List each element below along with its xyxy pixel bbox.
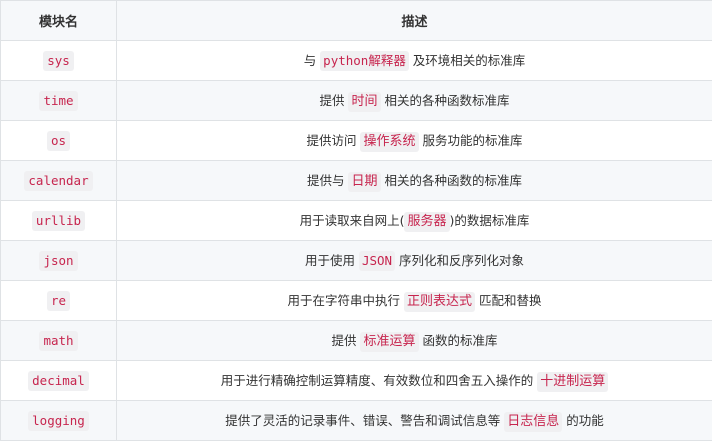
table-row: logging 提供了灵活的记录事件、错误、警告和调试信息等 日志信息 的功能: [0, 400, 712, 441]
description-cell: 用于使用 JSON 序列化和反序列化对象: [116, 240, 712, 281]
desc-highlight: 正则表达式: [403, 291, 475, 312]
desc-post: 服务功能的标准库: [418, 132, 523, 148]
desc-highlight: python解释器: [320, 51, 409, 71]
table-row: os 提供访问 操作系统 服务功能的标准库: [0, 120, 712, 161]
module-cell: decimal: [0, 360, 117, 401]
description-cell: 提供访问 操作系统 服务功能的标准库: [116, 120, 712, 161]
module-name: sys: [43, 50, 74, 71]
table-row: math 提供 标准运算 函数的标准库: [0, 320, 712, 361]
description-cell: 提供与 日期 相关的各种函数的标准库: [116, 160, 712, 201]
desc-highlight: 时间: [348, 91, 381, 112]
module-name: urllib: [31, 210, 86, 231]
module-name: os: [46, 130, 71, 151]
module-name: time: [39, 90, 78, 111]
module-table: 模块名 描述 sys 与 python解释器 及环境相关的标准库 time 提供…: [0, 0, 712, 441]
desc-highlight: JSON: [358, 251, 396, 271]
desc-pre: 用于进行精确控制运算精度、有效数位和四舍五入操作的: [220, 372, 538, 388]
desc-post: 及环境相关的标准库: [408, 53, 526, 68]
module-cell: logging: [0, 400, 117, 441]
description-cell: 提供 标准运算 函数的标准库: [116, 320, 712, 361]
desc-pre: 用于在字符串中执行: [287, 292, 404, 308]
desc-highlight: 十进制运算: [537, 371, 609, 392]
module-name: decimal: [28, 370, 89, 391]
desc-pre: 提供: [331, 332, 361, 348]
desc-highlight: 操作系统: [360, 131, 419, 152]
module-name: json: [39, 250, 78, 271]
desc-highlight: 标准运算: [360, 331, 419, 352]
header-description: 描述: [116, 0, 712, 41]
header-module: 模块名: [0, 0, 117, 41]
desc-highlight: 服务器: [404, 211, 450, 232]
module-cell: json: [0, 240, 117, 281]
desc-pre: 提供了灵活的记录事件、错误、警告和调试信息等: [225, 412, 505, 428]
table-row: sys 与 python解释器 及环境相关的标准库: [0, 40, 712, 81]
description-cell: 与 python解释器 及环境相关的标准库: [116, 40, 712, 81]
table-row: time 提供 时间 相关的各种函数标准库: [0, 80, 712, 121]
table-row: json 用于使用 JSON 序列化和反序列化对象: [0, 240, 712, 281]
module-cell: calendar: [0, 160, 117, 201]
desc-pre: 用于使用: [304, 253, 359, 268]
module-cell: os: [0, 120, 117, 161]
description-cell: 用于进行精确控制运算精度、有效数位和四舍五入操作的 十进制运算: [116, 360, 712, 401]
description-cell: 提供了灵活的记录事件、错误、警告和调试信息等 日志信息 的功能: [116, 400, 712, 441]
desc-post: 的功能: [562, 412, 604, 428]
table-header-row: 模块名 描述: [0, 0, 712, 41]
desc-highlight: 日期: [348, 171, 381, 192]
desc-pre: 提供访问: [306, 132, 361, 148]
description-cell: 提供 时间 相关的各种函数标准库: [116, 80, 712, 121]
module-cell: sys: [0, 40, 117, 81]
table-row: calendar 提供与 日期 相关的各种函数的标准库: [0, 160, 712, 201]
module-name: math: [39, 330, 78, 351]
desc-post: 序列化和反序列化对象: [395, 253, 525, 268]
desc-pre: 与: [303, 53, 321, 68]
description-cell: 用于读取来自网上(服务器)的数据标准库: [116, 200, 712, 241]
desc-pre: 提供与: [307, 172, 349, 188]
desc-pre: 用于读取来自网上(: [299, 212, 405, 228]
desc-post: 函数的标准库: [418, 332, 498, 348]
desc-pre: 提供: [319, 92, 349, 108]
desc-post: )的数据标准库: [449, 212, 530, 228]
description-cell: 用于在字符串中执行 正则表达式 匹配和替换: [116, 280, 712, 321]
desc-highlight: 日志信息: [504, 411, 563, 432]
module-name: logging: [28, 410, 89, 431]
desc-post: 相关的各种函数的标准库: [380, 172, 522, 188]
module-name: re: [46, 290, 71, 311]
desc-post: 匹配和替换: [475, 292, 542, 308]
module-cell: urllib: [0, 200, 117, 241]
module-name: calendar: [24, 170, 93, 191]
table-row: urllib 用于读取来自网上(服务器)的数据标准库: [0, 200, 712, 241]
module-cell: math: [0, 320, 117, 361]
table-row: decimal 用于进行精确控制运算精度、有效数位和四舍五入操作的 十进制运算: [0, 360, 712, 401]
module-cell: time: [0, 80, 117, 121]
module-cell: re: [0, 280, 117, 321]
table-row: re 用于在字符串中执行 正则表达式 匹配和替换: [0, 280, 712, 321]
desc-post: 相关的各种函数标准库: [380, 92, 510, 108]
